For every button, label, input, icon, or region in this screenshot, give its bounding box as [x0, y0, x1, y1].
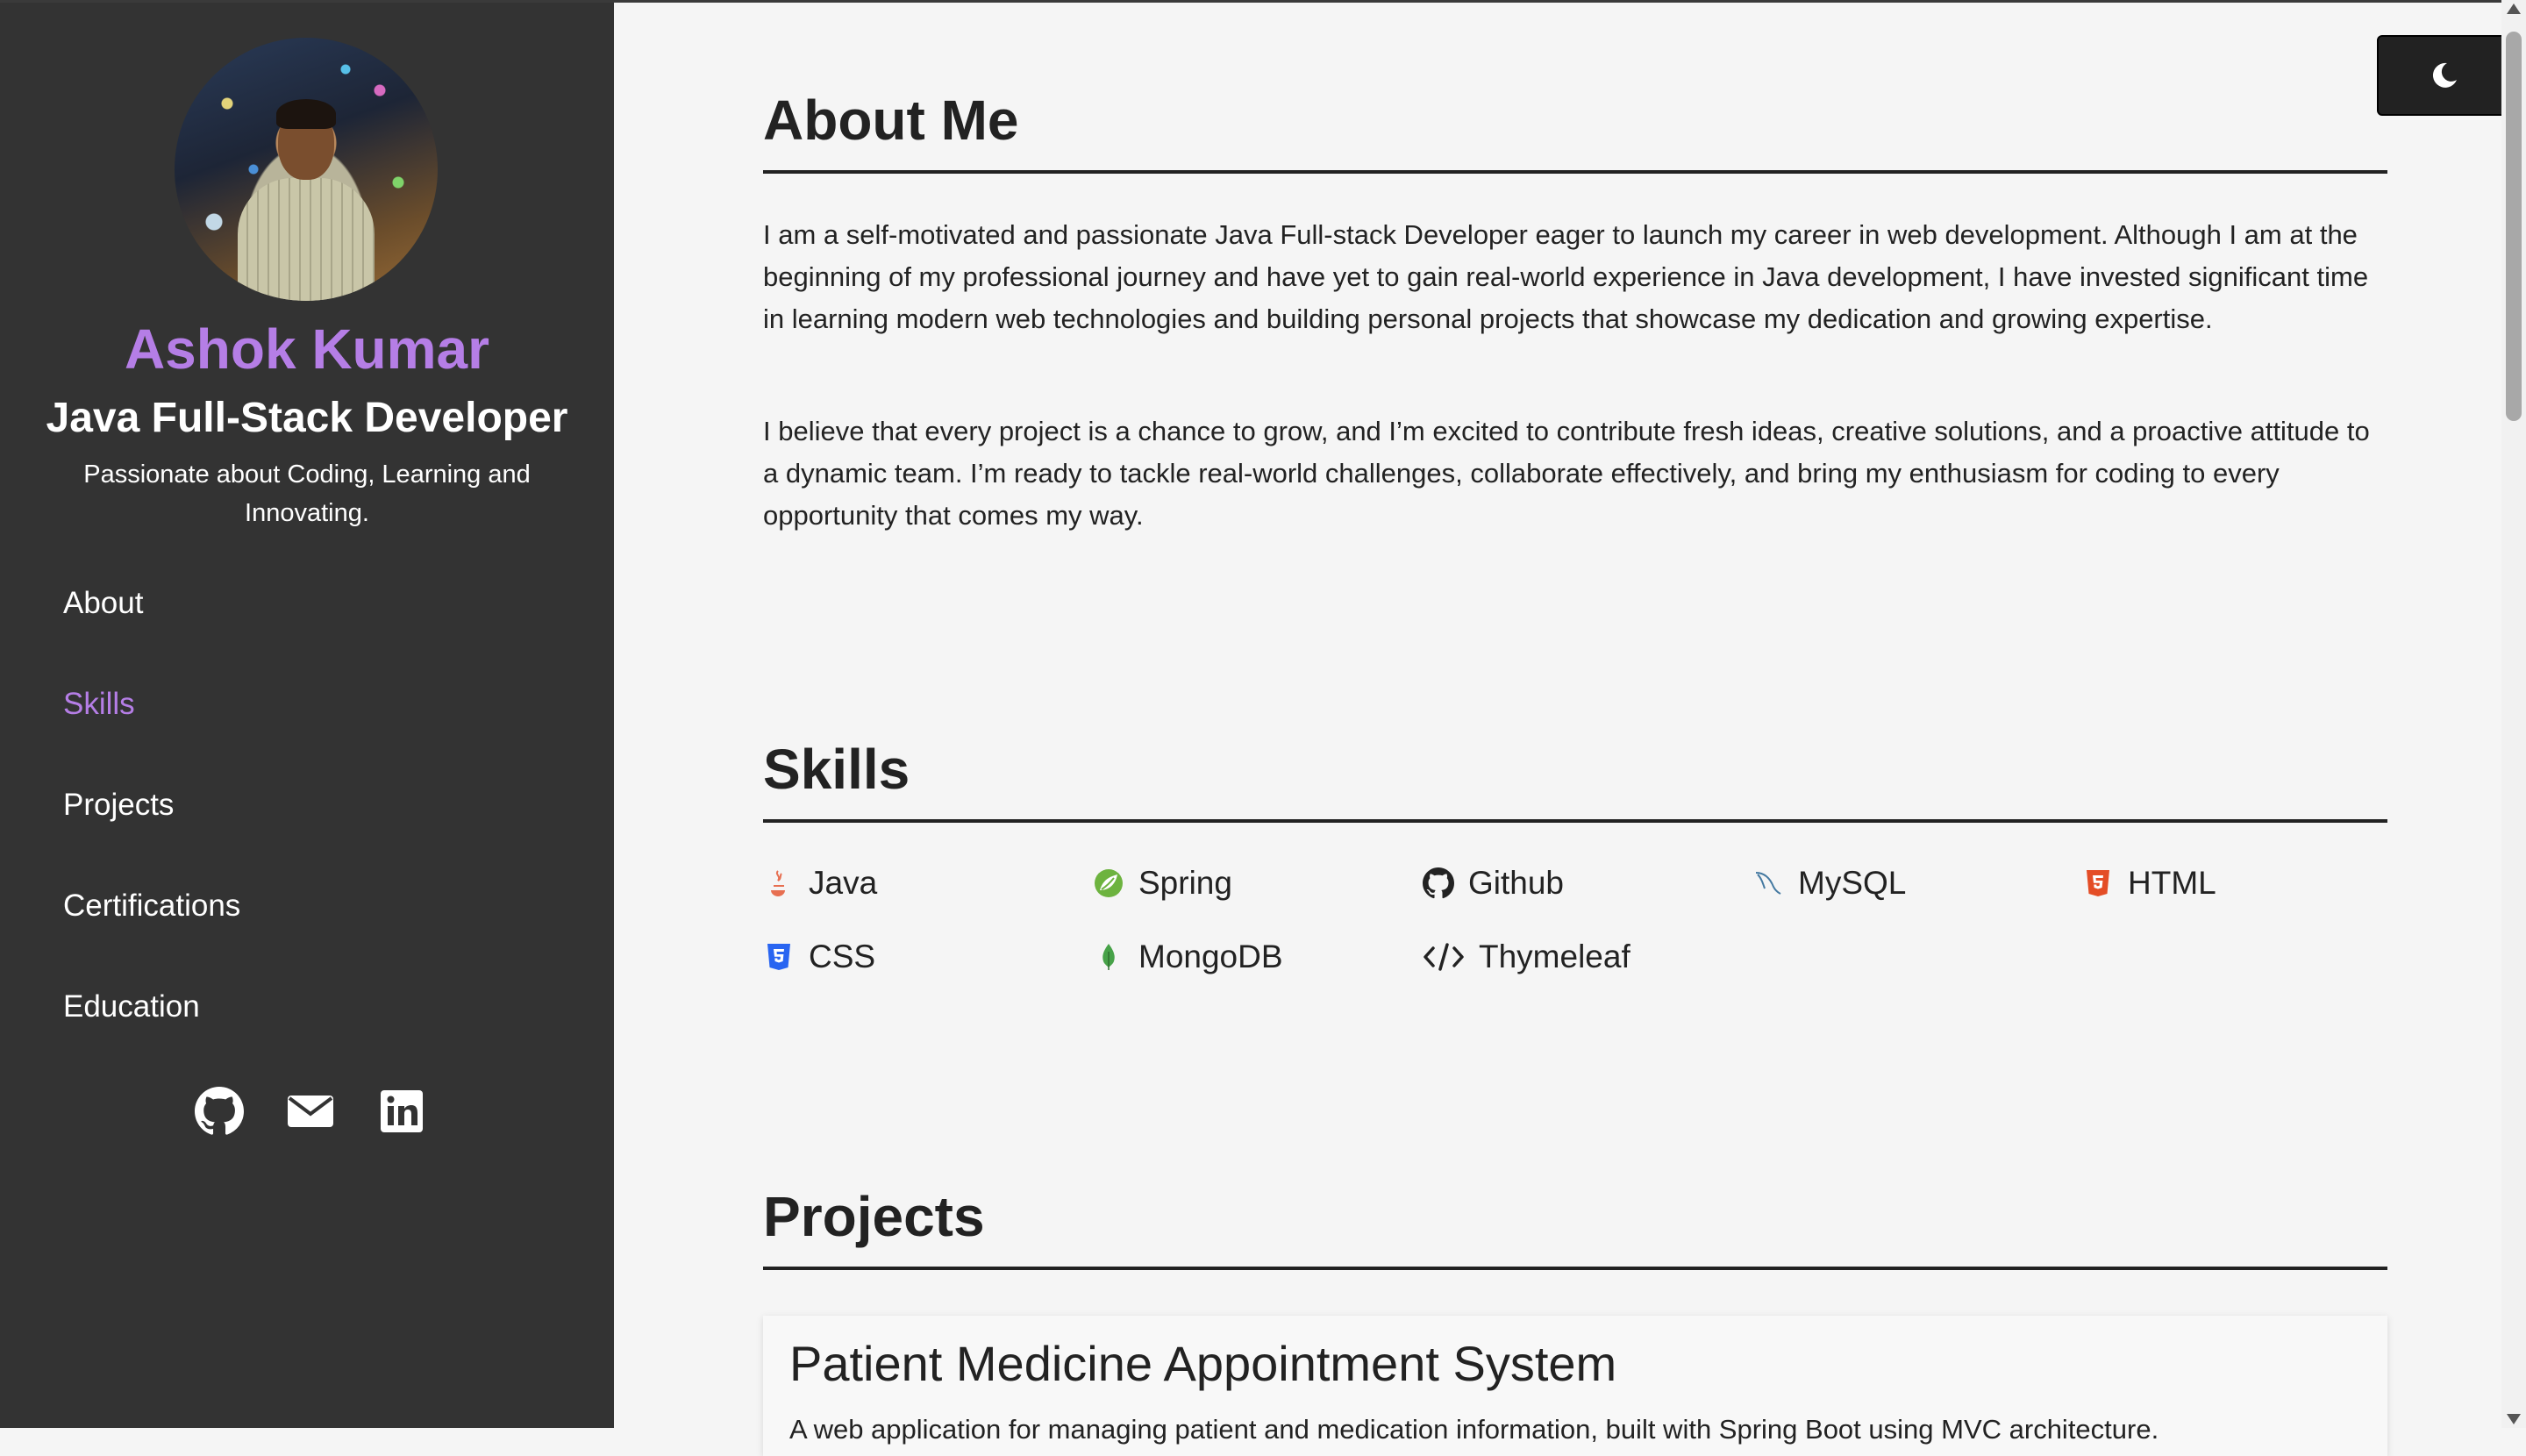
scrollbar[interactable]	[2501, 0, 2526, 1428]
skill-item: HTML	[2082, 865, 2216, 902]
mail-icon[interactable]	[286, 1087, 335, 1136]
scroll-up-arrow-icon[interactable]	[2507, 4, 2521, 14]
skill-item: MySQL	[1752, 865, 1906, 902]
skill-label: Github	[1468, 865, 1565, 901]
skill-label: Spring	[1138, 865, 1232, 901]
skill-label: CSS	[809, 939, 876, 974]
sidebar: Ashok Kumar Java Full-Stack Developer Pa…	[0, 3, 614, 1428]
social-links	[195, 1087, 426, 1136]
theme-toggle-button[interactable]	[2377, 35, 2512, 116]
project-card[interactable]: Patient Medicine Appointment System A we…	[763, 1316, 2387, 1456]
skill-item: CSS	[763, 939, 875, 975]
spring-icon	[1093, 867, 1124, 899]
code-icon	[1423, 941, 1465, 973]
scroll-down-arrow-icon[interactable]	[2507, 1414, 2521, 1424]
about-title: About Me	[763, 88, 2387, 174]
scrollbar-thumb[interactable]	[2506, 32, 2522, 421]
project-title: Patient Medicine Appointment System	[789, 1336, 1617, 1391]
nav-item-education[interactable]: Education	[63, 985, 240, 1086]
skill-item: Java	[763, 865, 877, 902]
about-paragraph-1: I am a self-motivated and passionate Jav…	[763, 219, 2369, 334]
project-description: A web application for managing patient a…	[789, 1414, 2159, 1445]
css3-icon	[763, 941, 795, 973]
linkedin-icon[interactable]	[377, 1087, 426, 1136]
profile-name: Ashok Kumar	[124, 318, 490, 381]
nav-item-skills[interactable]: Skills	[63, 682, 240, 783]
skill-item: Github	[1423, 865, 1564, 902]
mysql-icon	[1752, 867, 1784, 899]
profile-role: Java Full-Stack Developer	[46, 395, 568, 441]
skill-label: HTML	[2128, 865, 2216, 901]
skills-title: Skills	[763, 737, 2387, 823]
github-icon	[1423, 867, 1454, 899]
about-paragraph-2: I believe that every project is a chance…	[763, 416, 2370, 531]
html5-icon	[2082, 867, 2114, 899]
nav-item-certifications[interactable]: Certifications	[63, 884, 240, 985]
skill-label: Java	[809, 865, 878, 901]
skill-item: Thymeleaf	[1423, 939, 1630, 975]
nav-item-projects[interactable]: Projects	[63, 783, 240, 884]
mongodb-icon	[1093, 941, 1124, 973]
skill-label: Thymeleaf	[1479, 939, 1630, 974]
avatar	[175, 38, 438, 301]
skill-label: MySQL	[1798, 865, 1907, 901]
java-icon	[763, 867, 795, 899]
profile-tagline: Passionate about Coding, Learning and In…	[83, 460, 531, 527]
skill-item: MongoDB	[1093, 939, 1283, 975]
sidebar-nav: About Skills Projects Certifications Edu…	[63, 582, 240, 1086]
nav-item-about[interactable]: About	[63, 582, 240, 682]
moon-icon	[2432, 62, 2457, 88]
github-icon[interactable]	[195, 1087, 244, 1136]
projects-title: Projects	[763, 1184, 2387, 1270]
skill-item: Spring	[1093, 865, 1232, 902]
skill-label: MongoDB	[1138, 939, 1283, 974]
